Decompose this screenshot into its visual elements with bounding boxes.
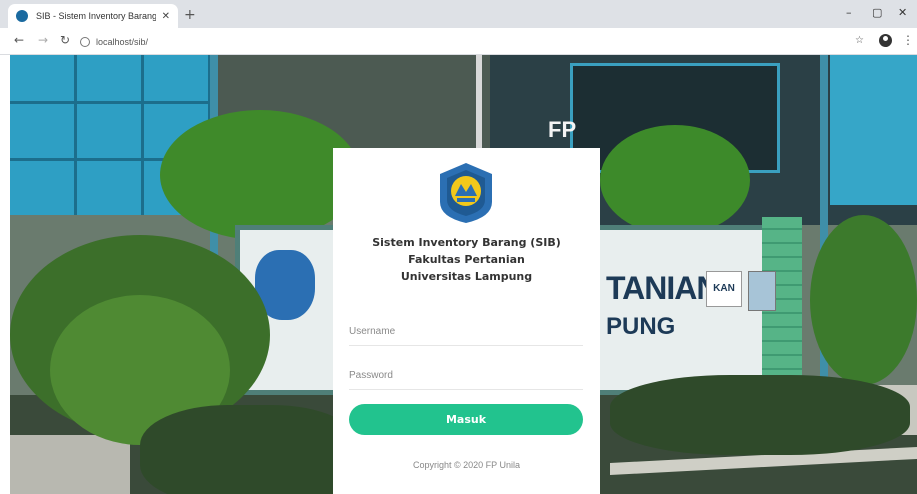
browser-tab-bar: SIB - Sistem Inventory Barang Fa ✕ + – ▢… (0, 0, 917, 28)
pole (476, 55, 482, 155)
favicon-icon (16, 10, 28, 22)
app-title-line: Sistem Inventory Barang (SIB) (372, 236, 561, 249)
profile-avatar-icon[interactable] (879, 34, 892, 47)
kan-badge: KAN (706, 271, 742, 307)
app-title-line: Universitas Lampung (400, 270, 533, 283)
minimize-button[interactable]: – (846, 6, 852, 19)
shrub (140, 405, 360, 494)
bookmark-star-icon[interactable]: ☆ (855, 35, 864, 46)
certification-logo-icon (748, 271, 776, 311)
browser-tab[interactable]: SIB - Sistem Inventory Barang Fa ✕ (8, 4, 178, 28)
building-sign: FP (548, 117, 577, 142)
login-button[interactable]: Masuk (349, 404, 583, 435)
window-close-button[interactable]: ✕ (898, 6, 907, 19)
reload-icon[interactable]: ↻ (60, 33, 70, 47)
url-text: localhost/sib/ (96, 36, 149, 47)
road (10, 435, 130, 494)
login-card: Sistem Inventory Barang (SIB) Fakultas P… (333, 148, 600, 494)
shrub (810, 215, 917, 385)
app-title-line: Fakultas Pertanian (408, 253, 525, 266)
shrub (610, 375, 910, 455)
wall-text-university: PUNG (606, 313, 676, 340)
shrub (160, 110, 360, 240)
browser-menu-icon[interactable]: ⋮ (902, 33, 914, 47)
back-arrow-icon[interactable]: ← (14, 33, 24, 47)
address-bar[interactable]: localhost/sib/ (80, 32, 850, 51)
shrub (600, 125, 750, 235)
app-title: Sistem Inventory Barang (SIB) Fakultas P… (333, 234, 600, 285)
username-input[interactable] (349, 318, 583, 346)
maximize-button[interactable]: ▢ (872, 6, 882, 19)
building-pillar (830, 55, 917, 205)
forward-arrow-icon[interactable]: → (38, 33, 48, 47)
tab-title: SIB - Sistem Inventory Barang Fa (36, 11, 156, 21)
new-tab-button[interactable]: + (184, 7, 196, 23)
tab-close-icon[interactable]: ✕ (162, 11, 170, 22)
copyright-text: Copyright © 2020 FP Unila (412, 460, 521, 470)
wall-text-faculty: TANIAN (606, 270, 719, 306)
password-input[interactable] (349, 362, 583, 390)
university-logo-icon (440, 163, 492, 223)
browser-toolbar: ← → ↻ localhost/sib/ ☆ ⋮ (0, 28, 917, 55)
site-info-icon[interactable] (80, 36, 90, 47)
